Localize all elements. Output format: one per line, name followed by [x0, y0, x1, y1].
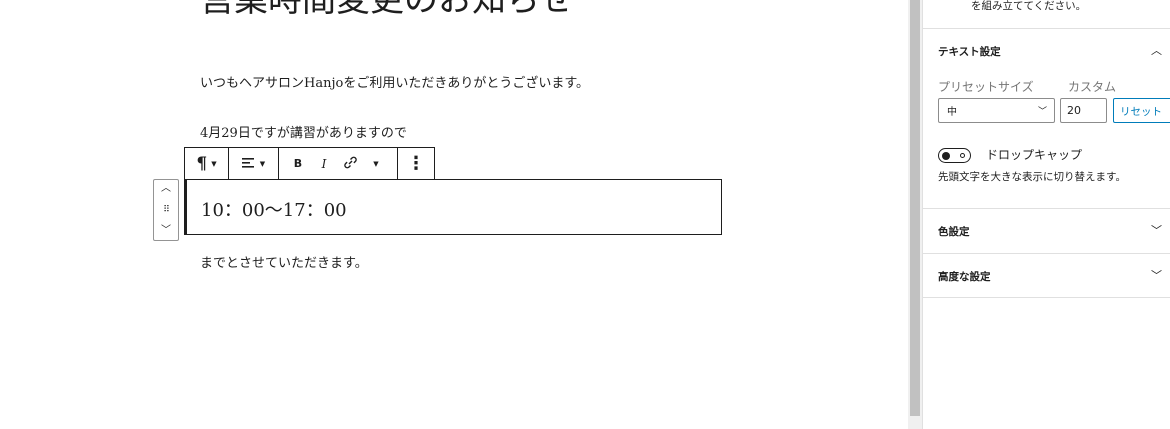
paragraph-block[interactable]: 4月29日ですが講習がありますので [200, 122, 407, 141]
link-icon [343, 154, 357, 173]
reset-button[interactable]: リセット [1113, 98, 1170, 123]
more-formats-button[interactable]: ▼ [363, 148, 389, 179]
align-button[interactable]: ▼ [241, 148, 266, 179]
kebab-menu-icon: ⋮ [407, 153, 425, 174]
move-up-button[interactable]: ︿ [161, 182, 171, 196]
paragraph-transform-button[interactable]: ¶ ▼ [196, 148, 216, 179]
scrollbar-thumb[interactable] [910, 0, 920, 416]
link-button[interactable] [337, 148, 363, 179]
divider [923, 297, 1170, 298]
bold-button[interactable]: B [285, 148, 311, 179]
chevron-up-icon[interactable]: ︿ [1151, 42, 1162, 58]
toggle-off-indicator [960, 152, 965, 158]
toolbar-group-options: ⋮ [398, 148, 434, 179]
drag-handle-icon[interactable]: ⠿ [163, 203, 170, 217]
settings-sidebar: を組み立ててください。 テキスト設定 ︿ プリセットサイズ カスタム 中 ﹀ 2… [922, 0, 1170, 429]
divider [923, 253, 1170, 254]
paragraph-block[interactable]: いつもヘアサロンHanjoをご利用いただきありがとうございます。 [200, 72, 589, 91]
custom-size-label: カスタム [1068, 80, 1117, 94]
italic-icon: I [321, 156, 327, 171]
chevron-down-icon: ﹀ [1037, 107, 1047, 117]
custom-size-input[interactable]: 20 [1060, 98, 1107, 123]
caret-down-icon: ▼ [373, 159, 379, 168]
panel-title-color-settings[interactable]: 色設定 [938, 224, 970, 239]
dropcap-toggle[interactable] [938, 148, 971, 163]
panel-title-advanced-settings[interactable]: 高度な設定 [938, 269, 991, 284]
preset-size-label: プリセットサイズ [938, 80, 1034, 94]
preset-size-value: 中 [947, 107, 957, 118]
divider [923, 208, 1170, 209]
bold-icon: B [293, 157, 303, 170]
paragraph-icon: ¶ [196, 153, 208, 174]
paragraph-text[interactable]: 10：00〜17：00 [201, 196, 347, 222]
italic-button[interactable]: I [311, 148, 337, 179]
toolbar-group-format: B I ▼ [279, 148, 398, 179]
panel-title-text-settings[interactable]: テキスト設定 [938, 44, 1001, 59]
more-options-button[interactable]: ⋮ [407, 148, 425, 179]
chevron-down-icon[interactable]: ﹀ [1151, 267, 1162, 283]
editor-scrollbar[interactable] [908, 0, 922, 429]
toggle-knob [942, 151, 950, 160]
block-mover: ︿ ⠿ ﹀ [153, 179, 179, 241]
caret-down-icon: ▼ [259, 159, 266, 168]
preset-size-select[interactable]: 中 ﹀ [938, 98, 1055, 123]
divider [923, 28, 1170, 29]
block-description: を組み立ててください。 [971, 0, 1087, 12]
block-toolbar: ¶ ▼ ▼ B I ▼ ⋮ [184, 147, 435, 180]
move-down-button[interactable]: ﹀ [161, 224, 171, 238]
dropcap-help-text: 先頭文字を大きな表示に切り替えます。 [938, 171, 1126, 183]
chevron-down-icon[interactable]: ﹀ [1151, 222, 1162, 238]
editor-canvas: 営業時間変更のお知らせ いつもヘアサロンHanjoをご利用いただきありがとうござ… [0, 0, 908, 429]
toolbar-group-block-type: ¶ ▼ [185, 148, 229, 179]
post-title[interactable]: 営業時間変更のお知らせ [200, 0, 573, 22]
caret-down-icon: ▼ [211, 159, 217, 168]
selected-paragraph-block[interactable]: 10：00〜17：00 [184, 179, 722, 235]
dropcap-label[interactable]: ドロップキャップ [986, 146, 1082, 163]
paragraph-block[interactable]: までとさせていただきます。 [200, 252, 368, 271]
toolbar-group-alignment: ▼ [229, 148, 279, 179]
align-left-icon [241, 154, 256, 173]
